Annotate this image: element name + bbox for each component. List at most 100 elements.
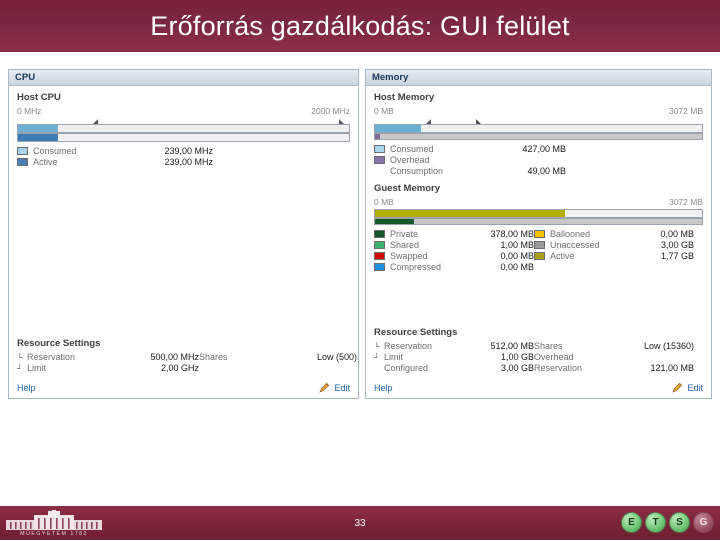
- legend-label: Compressed: [389, 262, 442, 272]
- cpu-active-bar: [17, 133, 350, 142]
- cpu-legend: Consumed 239,00 MHz Active 239,00 MHz: [17, 146, 350, 168]
- resource-value: 3,00 GB: [500, 363, 534, 373]
- host-memory-bars: [373, 124, 703, 140]
- guest-private-bar-fill: [374, 219, 415, 224]
- badge-icon-g[interactable]: G: [693, 512, 714, 533]
- legend-value: 0,00 MB: [500, 262, 534, 272]
- host-cpu-bars: [17, 124, 350, 142]
- legend-value: 0,00 MB: [500, 251, 534, 261]
- cpu-resource-settings: Resource Settings └ Reservation 500,00 M…: [17, 338, 357, 374]
- badge-icon-t[interactable]: T: [645, 512, 666, 533]
- swapped-swatch-icon: [373, 252, 385, 260]
- screenshot-area: CPU Host CPU 0 MHz 2000 MHz Consumed 239…: [0, 52, 720, 500]
- guest-memory-scale: 0 MB 3072 MB: [374, 197, 703, 207]
- edit-control[interactable]: Edit: [319, 382, 350, 393]
- resource-row: Shares Low (500): [199, 352, 357, 363]
- cpu-panel-footer: Help Edit: [17, 382, 350, 393]
- memory-panel: Memory Host Memory 0 MB 3072 MB Consumed…: [364, 69, 712, 399]
- legend-item: Compressed 0,00 MB: [373, 262, 534, 273]
- shared-swatch-icon: [373, 241, 385, 249]
- legend-item: Consumption 49,00 MB: [374, 166, 703, 177]
- help-link[interactable]: Help: [17, 383, 36, 393]
- badge-icon-e[interactable]: E: [621, 512, 642, 533]
- resource-label: Configured: [383, 363, 429, 373]
- legend-item: Consumed 239,00 MHz: [17, 146, 350, 157]
- legend-value: 49,00 MB: [527, 166, 566, 176]
- resource-settings-left: └ Reservation 512,00 MB ┘ Limit 1,00 GB …: [374, 341, 534, 374]
- legend-value: 427,00 MB: [522, 144, 566, 154]
- resource-settings-right: Shares Low (500): [199, 352, 357, 374]
- legend-value: 239,00 MHz: [164, 157, 213, 167]
- legend-item: Overhead: [373, 155, 703, 166]
- host-memory-legend: Consumed 427,00 MB Overhead Consumption …: [373, 144, 703, 177]
- page-title: Erőforrás gazdálkodás: GUI felület: [150, 10, 570, 41]
- pencil-icon: [319, 382, 330, 393]
- private-swatch-icon: [373, 230, 385, 238]
- legend-label: Consumed: [33, 146, 77, 156]
- resource-label: Reservation: [27, 352, 76, 362]
- cpu-panel-header: CPU: [9, 70, 358, 86]
- legend-item: Consumed 427,00 MB: [373, 144, 703, 155]
- cpu-active-bar-fill: [18, 134, 58, 141]
- page-number: 33: [354, 517, 366, 529]
- guest-active-bar-fill: [374, 210, 565, 217]
- guest-active-bar: [373, 209, 703, 218]
- resource-row: └ Reservation 500,00 MHz: [17, 352, 199, 363]
- legend-value: 378,00 MB: [490, 229, 534, 239]
- legend-label: Swapped: [389, 251, 428, 261]
- resource-label: Shares: [533, 341, 563, 351]
- panels-container: CPU Host CPU 0 MHz 2000 MHz Consumed 239…: [8, 69, 712, 399]
- resource-settings-right: Shares Low (15360) Overhead Reservation …: [534, 341, 694, 374]
- guest-legend-right: Ballooned 0,00 MB Unaccessed 3,00 GB Act…: [533, 229, 694, 273]
- host-memory-scale: 0 MB 3072 MB: [374, 106, 703, 116]
- legend-label: Private: [389, 229, 418, 239]
- legend-label: Overhead: [389, 155, 430, 165]
- guest-memory-scale-min: 0 MB: [373, 197, 394, 207]
- legend-item: Shared 1,00 MB: [373, 240, 534, 251]
- memory-consumed-bar-fill: [374, 125, 421, 132]
- cpu-panel: CPU Host CPU 0 MHz 2000 MHz Consumed 239…: [8, 69, 359, 399]
- compressed-swatch-icon: [373, 263, 385, 271]
- legend-item: Private 378,00 MB: [373, 229, 534, 240]
- resource-value: 500,00 MHz: [150, 352, 199, 362]
- resource-row: ┘ Limit 1,00 GB: [374, 352, 534, 363]
- spacer-icon: [374, 363, 384, 374]
- badge-icon-s[interactable]: S: [669, 512, 690, 533]
- cpu-consumed-bar: [17, 124, 350, 133]
- host-cpu-scale-max: 2000 MHz: [311, 106, 350, 116]
- resource-row: Shares Low (15360): [534, 341, 694, 352]
- legend-label: Unaccessed: [549, 240, 600, 250]
- legend-value: 1,77 GB: [660, 251, 694, 261]
- host-cpu-scale-min: 0 MHz: [17, 106, 42, 116]
- guest-legend-left: Private 378,00 MB Shared 1,00 MB Swapped…: [373, 229, 534, 273]
- limit-arrow-icon: ┘: [17, 364, 23, 373]
- legend-value: 239,00 MHz: [164, 146, 213, 156]
- resource-settings-grid: └ Reservation 500,00 MHz ┘ Limit 2,00 GH…: [17, 352, 357, 374]
- edit-link[interactable]: Edit: [687, 383, 703, 393]
- slide-title-bar: Erőforrás gazdálkodás: GUI felület: [0, 0, 720, 52]
- resource-row: └ Reservation 512,00 MB: [374, 341, 534, 352]
- memory-overhead-bar-fill: [374, 134, 381, 139]
- edit-control[interactable]: Edit: [672, 382, 703, 393]
- help-link[interactable]: Help: [374, 383, 393, 393]
- consumed-swatch-icon: [17, 147, 28, 155]
- overhead-swatch-icon: [373, 156, 385, 164]
- host-memory-scale-max: 3072 MB: [668, 106, 703, 116]
- host-cpu-scale: 0 MHz 2000 MHz: [17, 106, 350, 116]
- memory-overhead-bar: [373, 133, 703, 140]
- edit-link[interactable]: Edit: [334, 383, 350, 393]
- legend-value: 1,00 MB: [500, 240, 534, 250]
- memory-panel-header: Memory: [365, 70, 711, 86]
- resource-label: Limit: [27, 363, 47, 373]
- guest-private-bar: [373, 218, 703, 225]
- legend-item: Active 1,77 GB: [533, 251, 694, 262]
- legend-item: Active 239,00 MHz: [17, 157, 350, 168]
- legend-label: Shared: [389, 240, 420, 250]
- pencil-icon: [672, 382, 683, 393]
- resource-label: Reservation: [383, 341, 433, 351]
- resource-value: Low (15360): [643, 341, 694, 351]
- memory-panel-footer: Help Edit: [374, 382, 703, 393]
- resource-row: ┘ Limit 2,00 GHz: [17, 363, 199, 374]
- resource-label: Shares: [199, 352, 228, 362]
- resource-settings-grid: └ Reservation 512,00 MB ┘ Limit 1,00 GB …: [374, 341, 703, 374]
